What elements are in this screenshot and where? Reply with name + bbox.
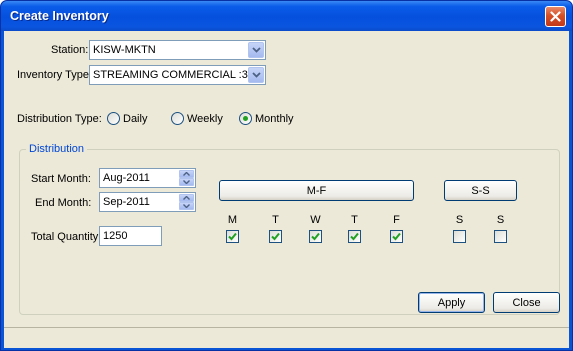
day-label-thursday: T <box>351 214 358 226</box>
distribution-group-title: Distribution <box>26 143 88 155</box>
end-month-label: End Month: <box>35 197 92 209</box>
checkmark-icon <box>228 232 237 241</box>
apply-button-label: Apply <box>437 296 466 309</box>
arrow-down-icon[interactable] <box>179 202 194 210</box>
radio-monthly[interactable] <box>239 112 252 125</box>
end-month-value: Sep-2011 <box>103 196 150 208</box>
close-button[interactable]: Close <box>493 292 560 313</box>
start-month-label: Start Month: <box>31 173 91 185</box>
arrow-up-icon[interactable] <box>179 170 194 178</box>
inventory-type-dropdown[interactable]: STREAMING COMMERCIAL :30 <box>89 65 266 85</box>
chevron-down-icon[interactable] <box>248 67 264 83</box>
end-month-spinner[interactable]: Sep-2011 <box>99 192 196 212</box>
day-label-wednesday: W <box>310 214 321 226</box>
distribution-type-label: Distribution Type: <box>17 113 102 125</box>
checkbox-tuesday[interactable] <box>269 230 282 243</box>
status-bar <box>4 327 569 348</box>
day-label-sunday: S <box>496 214 505 226</box>
inventory-type-value: STREAMING COMMERCIAL :30 <box>93 69 254 81</box>
mf-button[interactable]: M-F <box>219 180 414 201</box>
dialog-body: Station: KISW-MKTN Inventory Type STREAM… <box>4 31 569 348</box>
radio-weekly-label[interactable]: Weekly <box>187 113 223 125</box>
station-dropdown[interactable]: KISW-MKTN <box>89 40 266 60</box>
ss-button[interactable]: S-S <box>444 180 517 201</box>
create-inventory-window: Create Inventory Station: KISW-MKTN Inve… <box>0 0 573 351</box>
start-month-spinner[interactable]: Aug-2011 <box>99 168 196 188</box>
chevron-down-icon[interactable] <box>248 42 264 58</box>
checkmark-icon <box>311 232 320 241</box>
apply-button[interactable]: Apply <box>418 292 485 313</box>
checkbox-monday[interactable] <box>226 230 239 243</box>
inventory-type-label: Inventory Type <box>17 69 89 81</box>
station-value: KISW-MKTN <box>93 44 156 56</box>
window-close-button[interactable] <box>545 6 566 27</box>
radio-monthly-label[interactable]: Monthly <box>255 113 294 125</box>
radio-weekly[interactable] <box>171 112 184 125</box>
checkmark-icon <box>271 232 280 241</box>
day-label-monday: M <box>227 214 238 226</box>
total-quantity-value: 1250 <box>103 230 128 242</box>
checkbox-saturday[interactable] <box>453 230 466 243</box>
day-label-friday: F <box>393 214 400 226</box>
arrow-down-icon[interactable] <box>179 178 194 186</box>
checkmark-icon <box>392 232 401 241</box>
total-quantity-label: Total Quantity: <box>31 231 102 243</box>
radio-daily[interactable] <box>107 112 120 125</box>
checkbox-sunday[interactable] <box>494 230 507 243</box>
title-bar[interactable]: Create Inventory <box>1 1 572 31</box>
window-title: Create Inventory <box>10 9 109 23</box>
total-quantity-input[interactable]: 1250 <box>99 226 162 246</box>
day-label-tuesday: T <box>272 214 279 226</box>
radio-daily-label[interactable]: Daily <box>123 113 147 125</box>
mf-button-label: M-F <box>306 184 327 197</box>
checkbox-thursday[interactable] <box>348 230 361 243</box>
ss-button-label: S-S <box>471 184 490 197</box>
station-label: Station: <box>51 44 89 56</box>
close-button-label: Close <box>512 296 541 309</box>
close-icon <box>550 11 561 22</box>
start-month-value: Aug-2011 <box>103 172 150 184</box>
arrow-up-icon[interactable] <box>179 194 194 202</box>
day-label-saturday: S <box>455 214 464 226</box>
checkmark-icon <box>350 232 359 241</box>
checkbox-friday[interactable] <box>390 230 403 243</box>
checkbox-wednesday[interactable] <box>309 230 322 243</box>
